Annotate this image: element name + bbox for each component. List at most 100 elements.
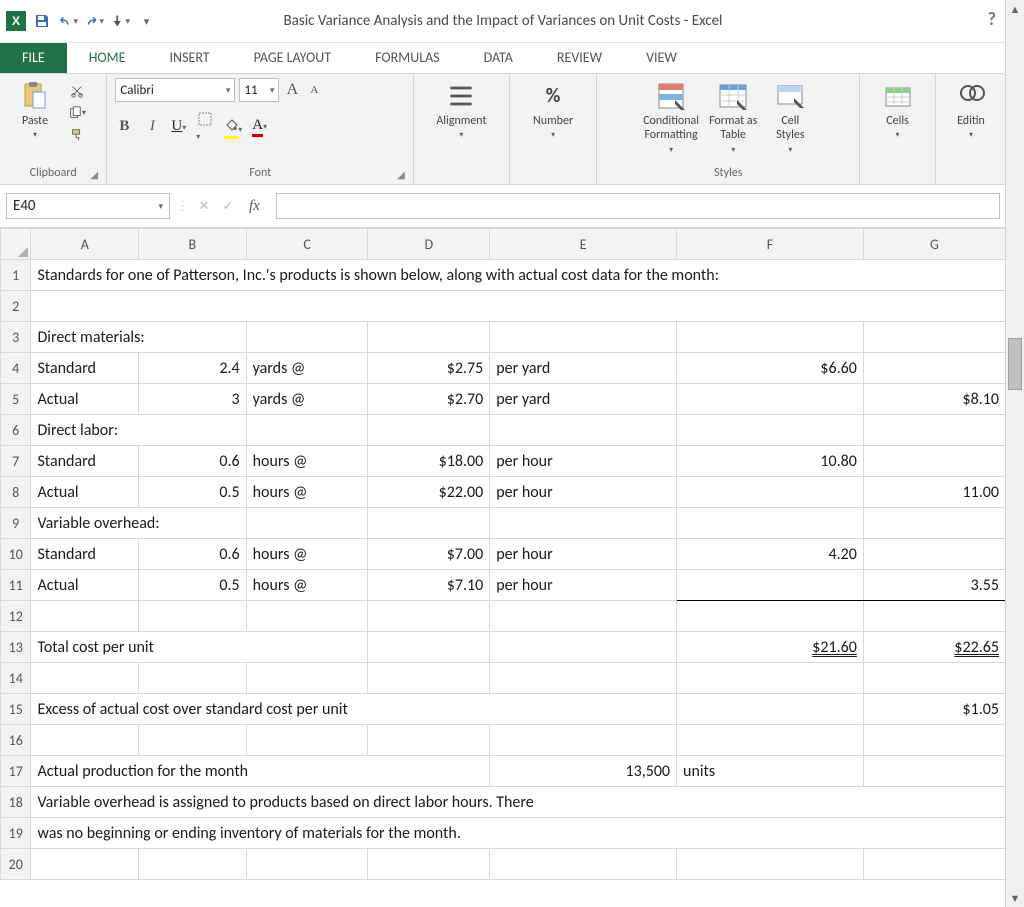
col-E-header[interactable]: E <box>490 229 677 260</box>
tab-insert[interactable]: INSERT <box>148 43 232 73</box>
row-14-header[interactable]: 14 <box>1 663 31 694</box>
row-18-header[interactable]: 18 <box>1 787 31 818</box>
row-5-header[interactable]: 5 <box>1 384 31 415</box>
cell-A4[interactable]: Standard <box>31 353 139 384</box>
conditional-formatting-button[interactable]: Conditional Formatting▾ <box>639 78 703 157</box>
cell-B10[interactable]: 0.6 <box>139 539 247 570</box>
cell-A17[interactable]: Actual production for the month <box>31 756 490 787</box>
fill-color-button[interactable]: ▾ <box>224 118 242 136</box>
cell-G5[interactable]: $8.10 <box>863 384 1005 415</box>
row-20-header[interactable]: 20 <box>1 849 31 880</box>
grow-font-icon[interactable]: A <box>283 81 301 99</box>
cell-G7[interactable] <box>863 446 1005 477</box>
cut-icon[interactable] <box>68 82 86 100</box>
row-7-header[interactable]: 7 <box>1 446 31 477</box>
paste-button[interactable]: Paste ▾ <box>8 78 62 142</box>
cell-G8[interactable]: 11.00 <box>863 477 1005 508</box>
cell-G15[interactable]: $1.05 <box>863 694 1005 725</box>
row-2-header[interactable]: 2 <box>1 291 31 322</box>
shrink-font-icon[interactable]: A <box>305 81 323 99</box>
insert-function-button[interactable]: fx <box>243 198 266 215</box>
cell-A11[interactable]: Actual <box>31 570 139 601</box>
cell-F17[interactable]: units <box>677 756 864 787</box>
cell-A6[interactable]: Direct labor: <box>31 415 246 446</box>
tab-file[interactable]: FILE <box>0 43 67 73</box>
cell-E10[interactable]: per hour <box>490 539 677 570</box>
enter-entry-icon[interactable]: ✓ <box>219 197 237 215</box>
cell-A5[interactable]: Actual <box>31 384 139 415</box>
cell-B11[interactable]: 0.5 <box>139 570 247 601</box>
row-13-header[interactable]: 13 <box>1 632 31 663</box>
cell-F10[interactable]: 4.20 <box>677 539 864 570</box>
cell-C7[interactable]: hours @ <box>246 446 368 477</box>
row-17-header[interactable]: 17 <box>1 756 31 787</box>
cell-B5[interactable]: 3 <box>139 384 247 415</box>
redo-button[interactable]: ▾ <box>84 11 104 31</box>
customize-qat-button[interactable]: ▾ <box>136 11 156 31</box>
touch-mode-button[interactable]: ▾ <box>110 11 130 31</box>
scroll-track[interactable] <box>1006 18 1024 889</box>
cell-G13[interactable]: $22.65 <box>863 632 1005 663</box>
alignment-button[interactable]: Alignment ▾ <box>432 78 490 142</box>
find-select-button[interactable]: Editin▾ <box>944 78 998 142</box>
undo-button[interactable]: ▾ <box>58 11 78 31</box>
cell-C11[interactable]: hours @ <box>246 570 368 601</box>
cell-A10[interactable]: Standard <box>31 539 139 570</box>
tab-home[interactable]: HOME <box>67 43 148 73</box>
cell-A8[interactable]: Actual <box>31 477 139 508</box>
cell-B4[interactable]: 2.4 <box>139 353 247 384</box>
help-icon[interactable]: ? <box>988 8 996 30</box>
cell-F11[interactable] <box>677 570 864 601</box>
formula-bar[interactable] <box>276 193 1000 219</box>
tab-view[interactable]: VIEW <box>624 43 699 73</box>
cell-E11[interactable]: per hour <box>490 570 677 601</box>
row-9-header[interactable]: 9 <box>1 508 31 539</box>
select-all-corner[interactable] <box>1 229 31 260</box>
cell-F8[interactable] <box>677 477 864 508</box>
number-format-button[interactable]: % Number ▾ <box>526 78 580 142</box>
font-color-button[interactable]: A▾ <box>252 117 267 136</box>
col-D-header[interactable]: D <box>368 229 490 260</box>
col-G-header[interactable]: G <box>863 229 1005 260</box>
vertical-scrollbar[interactable]: ▲ ▼ <box>1005 0 1024 907</box>
col-A-header[interactable]: A <box>31 229 139 260</box>
row-3-header[interactable]: 3 <box>1 322 31 353</box>
cell-A18[interactable]: Variable overhead is assigned to product… <box>31 787 1006 818</box>
cell-C10[interactable]: hours @ <box>246 539 368 570</box>
cells-button[interactable]: Cells▾ <box>871 78 925 142</box>
cell-E5[interactable]: per yard <box>490 384 677 415</box>
cell-D8[interactable]: $22.00 <box>368 477 490 508</box>
cell-A9[interactable]: Variable overhead: <box>31 508 246 539</box>
cell-C4[interactable]: yards @ <box>246 353 368 384</box>
cell-F13[interactable]: $21.60 <box>677 632 864 663</box>
cell-E7[interactable]: per hour <box>490 446 677 477</box>
tab-page-layout[interactable]: PAGE LAYOUT <box>232 43 353 73</box>
clipboard-launcher-icon[interactable]: ◢ <box>90 168 102 180</box>
cell-A2[interactable] <box>31 291 1006 322</box>
name-box[interactable]: E40 ▾ <box>6 193 170 219</box>
row-16-header[interactable]: 16 <box>1 725 31 756</box>
row-12-header[interactable]: 12 <box>1 601 31 632</box>
format-painter-icon[interactable] <box>68 126 86 144</box>
cell-G11[interactable]: 3.55 <box>863 570 1005 601</box>
font-size-combo[interactable]: 11▾ <box>239 78 279 102</box>
cell-D4[interactable]: $2.75 <box>368 353 490 384</box>
cell-B7[interactable]: 0.6 <box>139 446 247 477</box>
cell-F4[interactable]: $6.60 <box>677 353 864 384</box>
cell-A3[interactable]: Direct materials: <box>31 322 246 353</box>
row-8-header[interactable]: 8 <box>1 477 31 508</box>
cell-D7[interactable]: $18.00 <box>368 446 490 477</box>
scroll-down-arrow-icon[interactable]: ▼ <box>1006 889 1024 907</box>
row-6-header[interactable]: 6 <box>1 415 31 446</box>
scroll-thumb[interactable] <box>1008 338 1022 390</box>
cell-A13[interactable]: Total cost per unit <box>31 632 368 663</box>
tab-formulas[interactable]: FORMULAS <box>353 43 462 73</box>
cell-C5[interactable]: yards @ <box>246 384 368 415</box>
tab-review[interactable]: REVIEW <box>535 43 624 73</box>
col-B-header[interactable]: B <box>139 229 247 260</box>
row-10-header[interactable]: 10 <box>1 539 31 570</box>
bold-button[interactable]: B <box>115 118 133 136</box>
font-launcher-icon[interactable]: ◢ <box>397 168 409 180</box>
excel-app-icon[interactable]: X <box>6 11 26 31</box>
italic-button[interactable]: I <box>143 118 161 136</box>
